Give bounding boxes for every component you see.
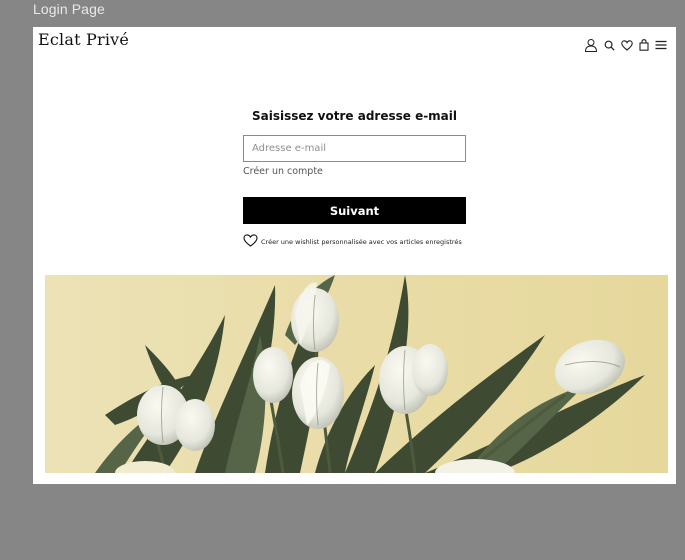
wishlist-note: Créer une wishlist personnalisée avec vo…	[243, 232, 466, 251]
hero-image	[45, 275, 668, 473]
login-form: Saisissez votre adresse e-mail Créer un …	[243, 107, 466, 251]
brand-logo[interactable]: Eclat Privé	[38, 30, 129, 49]
header-icons	[584, 37, 667, 53]
menu-icon[interactable]	[655, 40, 667, 50]
login-page: Eclat Privé Saisissez votre adresse e-ma…	[33, 27, 676, 484]
login-title: Saisissez votre adresse e-mail	[251, 109, 458, 123]
bag-icon[interactable]	[639, 39, 649, 51]
wishlist-note-text: Créer une wishlist personnalisée avec vo…	[261, 237, 462, 246]
white-tulips-painting	[45, 275, 668, 473]
search-icon[interactable]	[604, 40, 615, 51]
heart-outline-icon	[243, 232, 258, 251]
next-button[interactable]: Suivant	[243, 197, 466, 224]
email-field[interactable]	[243, 135, 466, 162]
user-icon[interactable]	[584, 38, 598, 52]
heart-icon[interactable]	[621, 39, 633, 51]
create-account-link[interactable]: Créer un compte	[243, 166, 466, 177]
frame-caption: Login Page	[33, 1, 105, 17]
